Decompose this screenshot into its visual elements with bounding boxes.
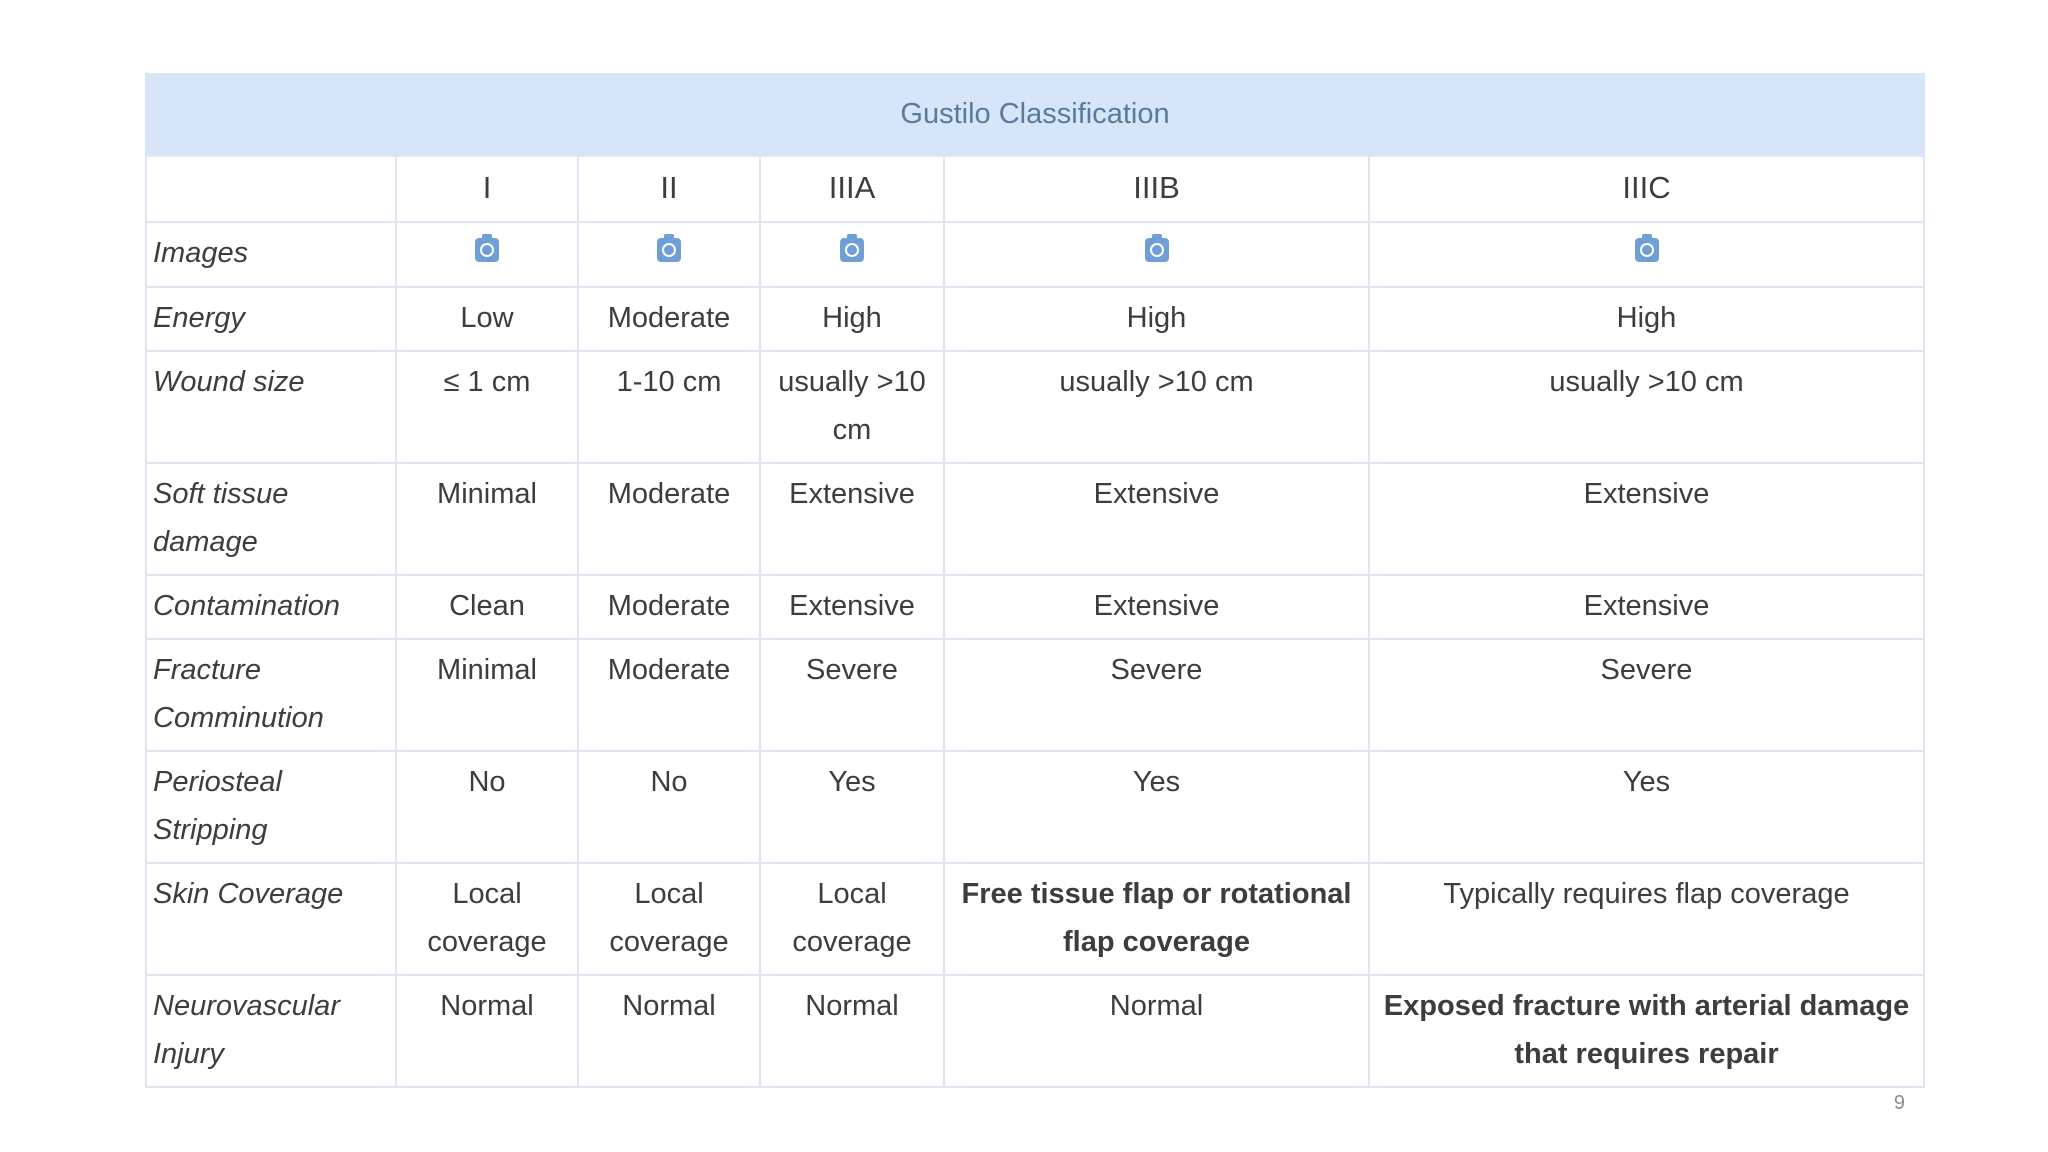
table-caption: Gustilo Classification — [145, 73, 1925, 155]
table-cell: Extensive — [943, 574, 1370, 641]
table-cell: usually >10 cm — [1368, 350, 1925, 465]
table-cell: Local coverage — [759, 862, 945, 977]
table-cell: Local coverage — [395, 862, 579, 977]
table-cell: Extensive — [759, 462, 945, 577]
table-cell: usually >10 cm — [759, 350, 945, 465]
table-cell: Moderate — [577, 286, 761, 353]
table-cell: Local coverage — [577, 862, 761, 977]
slide-number: 9 — [1893, 1092, 1905, 1114]
table-cell: Yes — [943, 750, 1370, 865]
row-label: Contamination — [145, 574, 397, 641]
table-cell: ≤ 1 cm — [395, 350, 579, 465]
gustilo-classification-table: Gustilo Classification I II IIIA IIIB II… — [145, 73, 1925, 1089]
column-header-iiia: IIIA — [759, 155, 945, 223]
image-cell[interactable] — [943, 220, 1370, 289]
table-row: Soft tissue damage Minimal Moderate Extensi… — [145, 462, 1925, 577]
row-label: Soft tissue damage — [145, 462, 397, 577]
row-label: Neurovascular Injury — [145, 974, 397, 1089]
table-cell: Typically requires flap coverage — [1368, 862, 1925, 977]
camera-icon[interactable] — [1144, 230, 1170, 278]
table-cell: Extensive — [1368, 574, 1925, 641]
row-label: Images — [145, 220, 397, 289]
row-label: Fracture Comminution — [145, 638, 397, 753]
table-row: Skin Coverage Local coverage Local coverag… — [145, 862, 1925, 977]
table-row: Periosteal Stripping No No Yes Yes Yes — [145, 750, 1925, 865]
image-cell[interactable] — [395, 220, 579, 289]
camera-icon[interactable] — [656, 230, 682, 278]
table-cell: Exposed fracture with arterial damage th… — [1368, 974, 1925, 1089]
table-cell: High — [759, 286, 945, 353]
table-cell: Moderate — [577, 574, 761, 641]
table-cell: 1-10 cm — [577, 350, 761, 465]
row-label: Wound size — [145, 350, 397, 465]
row-label: Skin Coverage — [145, 862, 397, 977]
table-cell: No — [577, 750, 761, 865]
row-label: Periosteal Stripping — [145, 750, 397, 865]
table-cell: Low — [395, 286, 579, 353]
table-cell: High — [1368, 286, 1925, 353]
table-cell: No — [395, 750, 579, 865]
table-row: Contamination Clean Moderate Extensive Exten… — [145, 574, 1925, 641]
column-header-blank — [145, 155, 397, 223]
camera-icon[interactable] — [474, 230, 500, 278]
column-header-ii: II — [577, 155, 761, 223]
table-row: Wound size ≤ 1 cm 1-10 cm usually >10 cm usu… — [145, 350, 1925, 465]
table-row: Energy Low Moderate High High High — [145, 286, 1925, 353]
table-cell: Normal — [943, 974, 1370, 1089]
table-cell: Clean — [395, 574, 579, 641]
table-cell: Severe — [759, 638, 945, 753]
table-cell: Extensive — [1368, 462, 1925, 577]
row-label: Energy — [145, 286, 397, 353]
table-row: Neurovascular Injury Normal Normal Normal No… — [145, 974, 1925, 1089]
table-cell: Free tissue flap or rotational flap cove… — [943, 862, 1370, 977]
image-cell[interactable] — [759, 220, 945, 289]
image-cell[interactable] — [577, 220, 761, 289]
table-cell: Extensive — [759, 574, 945, 641]
table-cell: Normal — [577, 974, 761, 1089]
camera-icon[interactable] — [1634, 230, 1660, 278]
column-header-iiib: IIIB — [943, 155, 1370, 223]
column-header-iiic: IIIC — [1368, 155, 1925, 223]
table-cell: usually >10 cm — [943, 350, 1370, 465]
table-cell: Normal — [395, 974, 579, 1089]
slide: Gustilo Classification I II IIIA IIIB II… — [0, 0, 2048, 1152]
table-cell: Minimal — [395, 638, 579, 753]
table-row: Fracture Comminution Minimal Moderate Sever… — [145, 638, 1925, 753]
table-cell: Severe — [1368, 638, 1925, 753]
table-cell: Yes — [1368, 750, 1925, 865]
table-cell: Extensive — [943, 462, 1370, 577]
header-row: I II IIIA IIIB IIIC — [145, 155, 1925, 223]
image-cell[interactable] — [1368, 220, 1925, 289]
table-cell: Moderate — [577, 638, 761, 753]
table-cell: Normal — [759, 974, 945, 1089]
column-header-i: I — [395, 155, 579, 223]
table-cell: High — [943, 286, 1370, 353]
table-cell: Minimal — [395, 462, 579, 577]
camera-icon[interactable] — [839, 230, 865, 278]
table-cell: Yes — [759, 750, 945, 865]
table-cell: Moderate — [577, 462, 761, 577]
table-row-images: Images — [145, 220, 1925, 289]
table-cell: Severe — [943, 638, 1370, 753]
